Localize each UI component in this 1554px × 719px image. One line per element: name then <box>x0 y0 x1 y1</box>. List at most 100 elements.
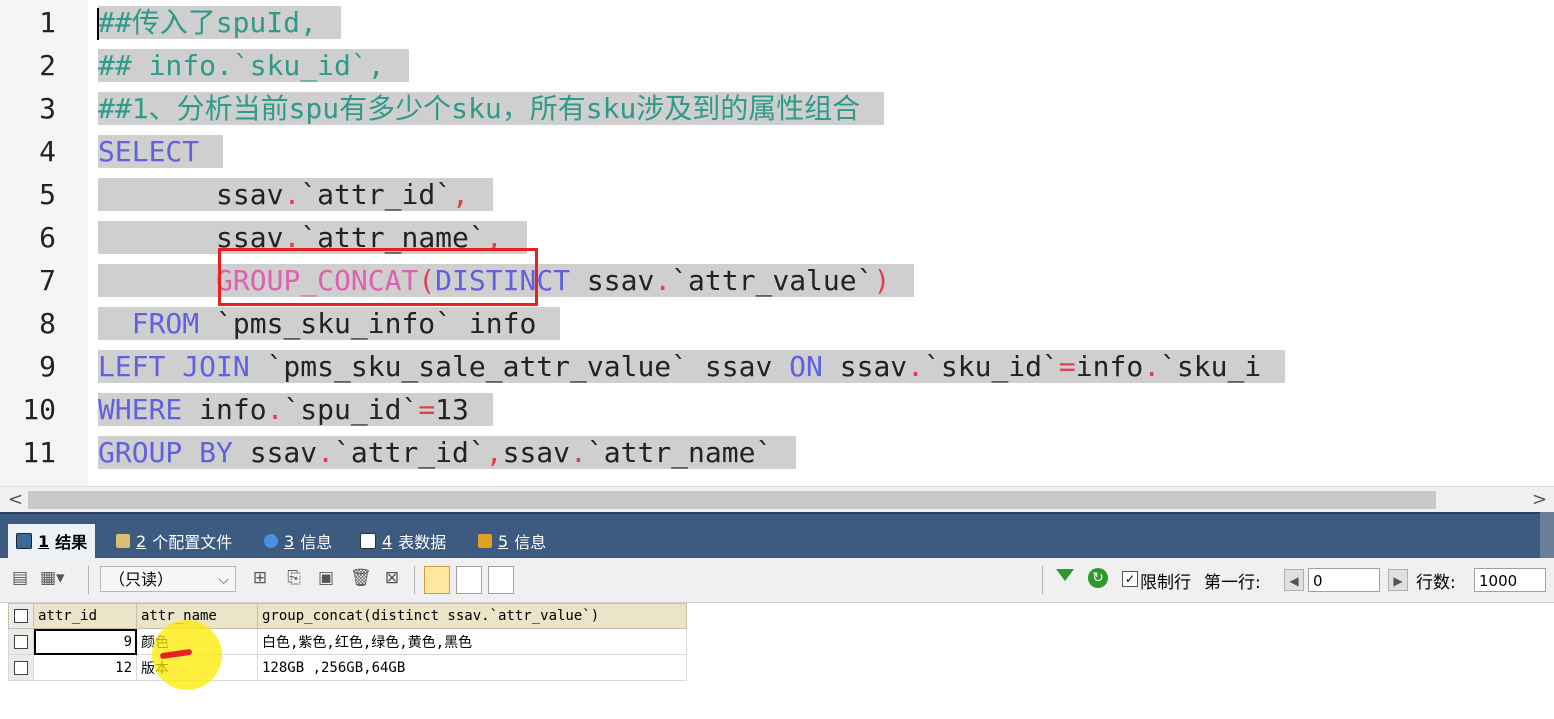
prev-page-button[interactable]: ◀ <box>1284 569 1304 591</box>
code-token: `sku_i <box>1160 350 1262 383</box>
code-line[interactable]: SELECT <box>98 130 224 173</box>
selected-text: LEFT JOIN `pms_sku_sale_attr_value` ssav… <box>98 350 1286 383</box>
code-token: 13 <box>435 393 469 426</box>
code-token: info <box>1075 350 1144 383</box>
checkbox[interactable] <box>14 634 28 649</box>
cancel-changes-icon[interactable]: ⊠ <box>382 568 402 588</box>
insert-row-icon[interactable]: ⊞ <box>250 568 270 588</box>
tab-profile[interactable]: 2 个配置文件 <box>108 526 240 556</box>
code-token: ssav <box>570 264 655 297</box>
code-token: LEFT JOIN <box>98 350 250 383</box>
code-line[interactable]: FROM `pms_sku_info` info <box>98 302 561 345</box>
toolbar-divider <box>1042 566 1043 594</box>
scroll-right-arrow-icon[interactable]: > <box>1532 489 1547 510</box>
edit-mode-select[interactable]: （只读） ⌵ <box>100 566 236 592</box>
code-token: GROUP BY <box>98 436 233 469</box>
code-token: ) <box>873 264 891 297</box>
checkbox[interactable] <box>14 660 28 675</box>
code-token: `pms_sku_sale_attr_value` ssav <box>249 350 790 383</box>
result-tabbar: 1 结果 2 个配置文件 3 信息 4 表数据 5 信息 <box>0 512 1554 558</box>
column-header[interactable]: attr_id <box>33 603 137 629</box>
sql-editor[interactable]: 1 2 3 4 5 6 7 8 9 10 11 ##传入了spuId, ## info.`sku_id… <box>0 0 1554 486</box>
code-token: `attr_name` <box>586 436 773 469</box>
result-toolbar: ▤ ▦▾ （只读） ⌵ ⊞ ⎘ ▣ 🗑 ⊠ ↻ ✓ 限制行 第一行: ◀ 0 ▶… <box>0 558 1554 603</box>
code-token: ssav <box>502 436 571 469</box>
grid-view-button[interactable] <box>424 566 450 594</box>
text-caret <box>97 8 99 40</box>
text-view-button[interactable] <box>488 566 514 594</box>
code-token: . <box>654 264 672 297</box>
rows-count-input[interactable]: 1000 <box>1474 568 1546 592</box>
line-number: 11 <box>22 436 56 469</box>
tab-results[interactable]: 1 结果 <box>8 524 96 558</box>
tab-number: 3 <box>284 531 295 551</box>
refresh-icon[interactable]: ↻ <box>1088 568 1108 588</box>
cell-attr-values[interactable]: 128GB ,256GB,64GB <box>257 654 687 681</box>
tab-label: 结果 <box>55 533 88 552</box>
scrollbar-thumb[interactable] <box>28 491 1436 509</box>
code-line[interactable]: LEFT JOIN `pms_sku_sale_attr_value` ssav… <box>98 345 1286 388</box>
line-number: 9 <box>39 350 56 383</box>
code-token: ssav <box>232 436 318 469</box>
code-line[interactable]: ssav.`attr_id`, <box>98 173 493 216</box>
code-line[interactable]: ##传入了spuId, <box>98 1 341 44</box>
tab-table-data[interactable]: 4 表数据 <box>352 526 454 556</box>
checkbox[interactable] <box>14 609 28 623</box>
code-token: ssav <box>216 178 284 211</box>
first-row-input[interactable]: 0 <box>1308 568 1380 592</box>
info-icon-2 <box>478 534 492 548</box>
tab-label: 个配置文件 <box>152 533 233 552</box>
tab-info[interactable]: 3 信息 <box>256 526 340 556</box>
cell-attr-id[interactable]: 12 <box>33 654 137 681</box>
table-row[interactable]: 12 版本 128GB ,256GB,64GB <box>8 654 687 681</box>
profile-icon <box>116 534 130 548</box>
form-view-button[interactable] <box>456 566 482 594</box>
code-token: . <box>266 393 284 426</box>
copy-dropdown-icon[interactable]: ▦▾ <box>40 568 65 588</box>
code-token: `sku_id` <box>924 350 1059 383</box>
duplicate-row-icon[interactable]: ⎘ <box>284 568 304 588</box>
horizontal-scrollbar[interactable]: < > <box>0 486 1554 513</box>
line-number: 8 <box>39 307 56 340</box>
code-token: ssav <box>822 350 908 383</box>
cell-attr-values[interactable]: 白色,紫色,红色,绿色,黄色,黑色 <box>257 628 687 655</box>
export-icon[interactable]: ▤ <box>10 568 30 588</box>
code-token: . <box>317 436 335 469</box>
line-number: 10 <box>22 393 56 426</box>
code-line[interactable]: ##1、分析当前spu有多少个sku，所有sku涉及到的属性组合 <box>98 87 885 130</box>
limit-rows-checkbox[interactable]: ✓ <box>1122 571 1138 587</box>
code-line[interactable]: GROUP BY ssav.`attr_id`,ssav.`attr_name` <box>98 431 797 474</box>
select-all-cell[interactable] <box>8 603 34 629</box>
table-row[interactable]: 9 颜色 白色,紫色,红色,绿色,黄色,黑色 <box>8 628 687 655</box>
cell-attr-id[interactable]: 9 <box>33 628 137 655</box>
code-token: . <box>283 178 301 211</box>
code-line[interactable]: WHERE info.`spu_id`=13 <box>98 388 493 431</box>
line-number: 5 <box>39 178 56 211</box>
delete-icon[interactable]: 🗑 <box>350 568 372 588</box>
line-number-gutter: 1 2 3 4 5 6 7 8 9 10 11 <box>0 0 88 486</box>
save-icon[interactable]: ▣ <box>316 568 336 588</box>
next-page-button[interactable]: ▶ <box>1388 569 1408 591</box>
code-token: ##传入了spuId, <box>98 6 317 39</box>
code-line[interactable]: ## info.`sku_id`, <box>98 44 409 87</box>
row-select-cell[interactable] <box>8 654 34 681</box>
line-number: 6 <box>39 221 56 254</box>
code-token: , <box>485 436 503 469</box>
selected-text: GROUP BY ssav.`attr_id`,ssav.`attr_name` <box>98 436 797 469</box>
tab-number: 1 <box>38 531 50 551</box>
code-token: `pms_sku_info` info <box>199 307 537 340</box>
first-row-label: 第一行: <box>1204 573 1261 593</box>
filter-icon[interactable] <box>1056 569 1074 581</box>
column-header[interactable]: group_concat(distinct ssav.`attr_value`) <box>257 603 687 629</box>
code-token: FROM <box>131 307 200 340</box>
selected-text: ##传入了spuId, <box>98 6 341 39</box>
code-token: WHERE <box>98 393 183 426</box>
results-grid[interactable]: attr_id attr_name group_concat(distinct … <box>8 603 687 681</box>
tab-info-2[interactable]: 5 信息 <box>470 526 554 556</box>
row-select-cell[interactable] <box>8 628 34 655</box>
tab-number: 5 <box>498 531 509 551</box>
scroll-left-arrow-icon[interactable]: < <box>8 489 23 510</box>
